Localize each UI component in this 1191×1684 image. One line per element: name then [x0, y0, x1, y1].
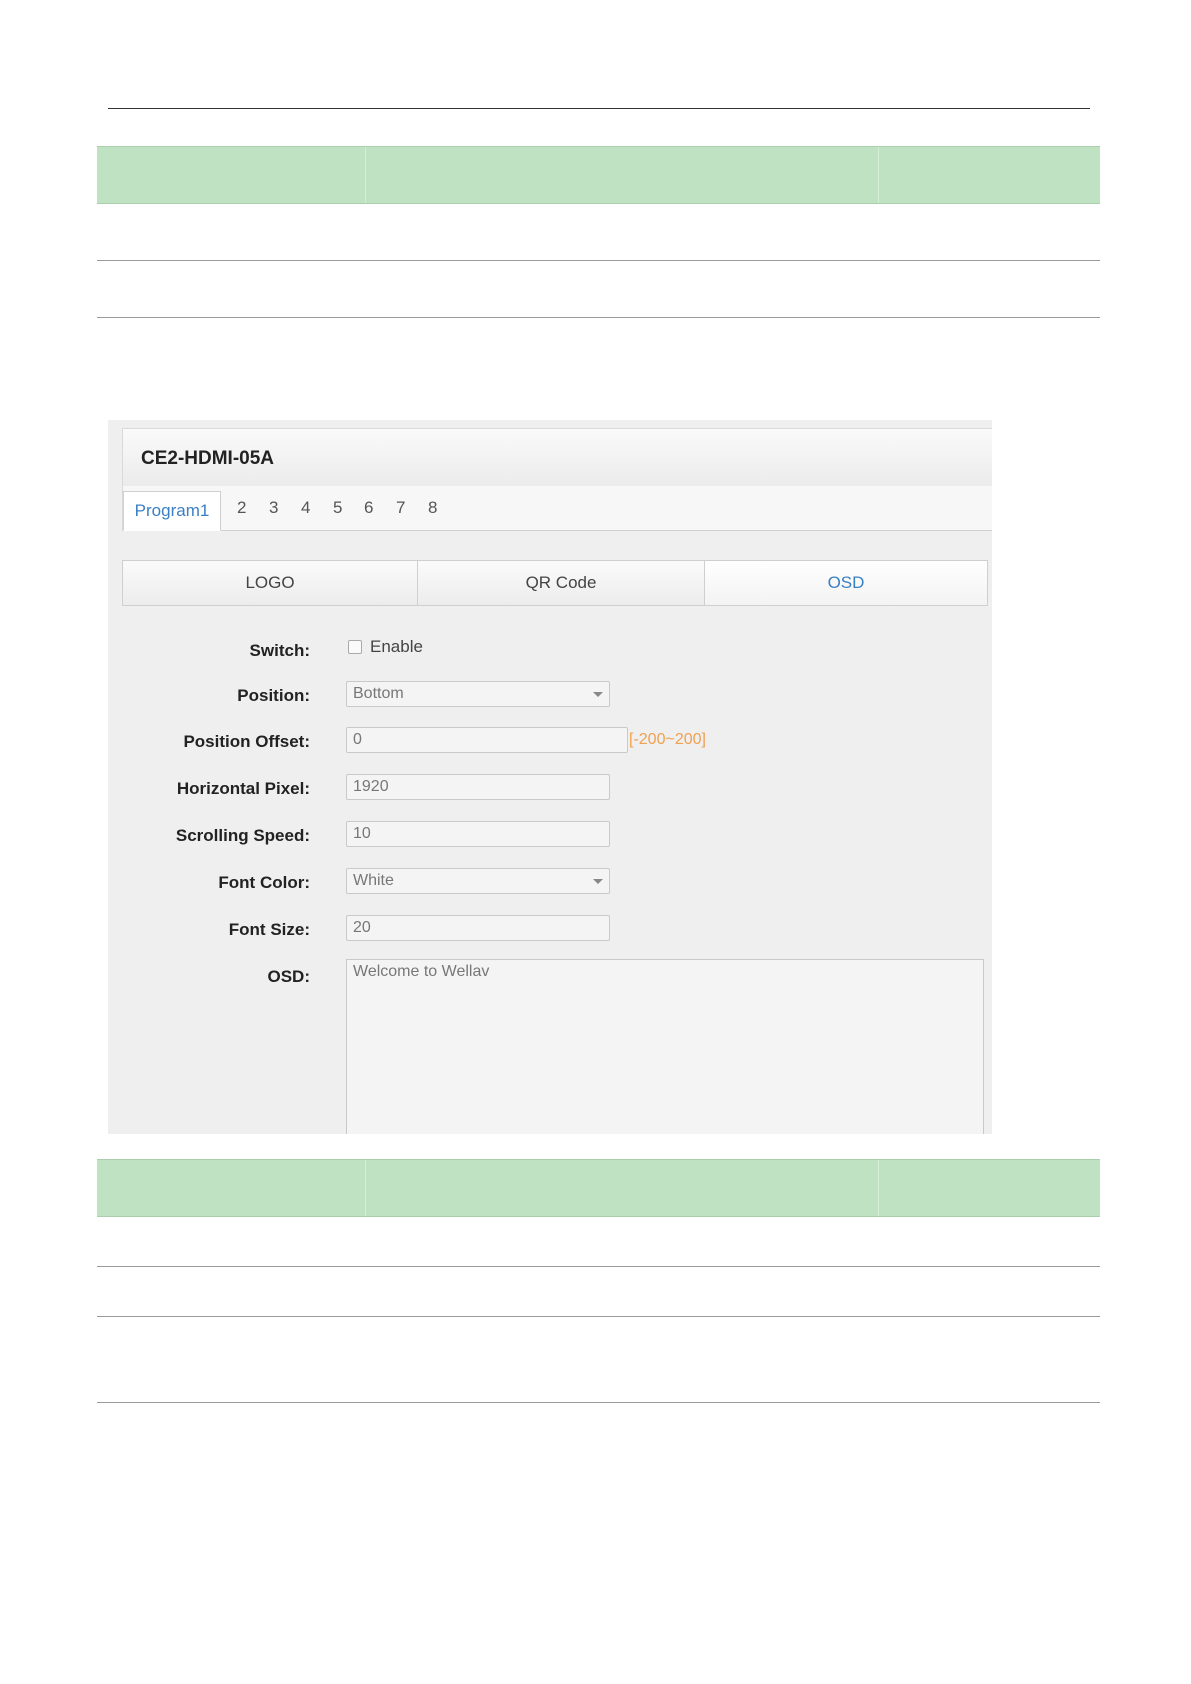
font-size-label: Font Size: — [228, 920, 310, 939]
tab-program-5[interactable]: 5 — [333, 498, 342, 518]
table-header-row — [97, 146, 1100, 204]
tab-program-7[interactable]: 7 — [396, 498, 405, 518]
font-size-value: 20 — [353, 919, 371, 936]
horizontal-pixel-label: Horizontal Pixel: — [176, 779, 310, 798]
enable-checkbox[interactable] — [348, 640, 362, 654]
bottom-table — [97, 1159, 1100, 1403]
font-color-label: Font Color: — [218, 873, 310, 892]
position-select[interactable]: Bottom — [346, 681, 610, 707]
position-value: Bottom — [353, 685, 404, 702]
tab-osd[interactable]: OSD — [704, 560, 988, 606]
font-color-value: White — [353, 872, 394, 889]
feature-tabs: LOGO QR Code OSD — [122, 560, 992, 608]
tab-logo[interactable]: LOGO — [122, 560, 418, 606]
tab-qr-code[interactable]: QR Code — [417, 560, 705, 606]
position-offset-input[interactable]: 0 — [346, 727, 628, 753]
osd-textarea[interactable]: Welcome to Wellav — [346, 959, 984, 1134]
top-table — [97, 146, 1100, 318]
table-row — [97, 1317, 1100, 1403]
tab-program-2[interactable]: 2 — [237, 498, 246, 518]
tab-program-8[interactable]: 8 — [428, 498, 437, 518]
device-config-screenshot: CE2-HDMI-05A Program1 2 3 4 5 6 7 8 LOGO… — [108, 420, 992, 1134]
switch-label: Switch: — [249, 641, 310, 660]
device-title-bar: CE2-HDMI-05A — [122, 428, 992, 488]
column-divider — [878, 147, 879, 203]
font-color-select[interactable]: White — [346, 868, 610, 894]
enable-label[interactable]: Enable — [370, 637, 423, 657]
page-header-rule — [108, 108, 1090, 109]
chevron-down-icon — [593, 692, 603, 697]
tab-program-6[interactable]: 6 — [364, 498, 373, 518]
device-title: CE2-HDMI-05A — [141, 448, 275, 469]
scrolling-speed-input[interactable]: 10 — [346, 821, 610, 847]
table-header-row — [97, 1159, 1100, 1217]
table-row — [97, 261, 1100, 318]
scrolling-speed-value: 10 — [353, 825, 371, 842]
position-offset-label: Position Offset: — [183, 732, 310, 751]
program-tabs: Program1 2 3 4 5 6 7 8 — [122, 486, 992, 531]
column-divider — [365, 1160, 366, 1216]
position-label: Position: — [237, 686, 310, 705]
table-row — [97, 1267, 1100, 1317]
font-size-input[interactable]: 20 — [346, 915, 610, 941]
column-divider — [365, 147, 366, 203]
scrolling-speed-label: Scrolling Speed: — [175, 826, 310, 845]
column-divider — [878, 1160, 879, 1216]
osd-label: OSD: — [267, 967, 311, 986]
position-offset-value: 0 — [353, 731, 362, 748]
tab-program1[interactable]: Program1 — [123, 491, 221, 531]
horizontal-pixel-value: 1920 — [353, 778, 389, 795]
table-row — [97, 204, 1100, 261]
position-offset-range-hint: [-200~200] — [629, 731, 706, 748]
tab-program-4[interactable]: 4 — [301, 498, 310, 518]
tab-program-3[interactable]: 3 — [269, 498, 278, 518]
horizontal-pixel-input[interactable]: 1920 — [346, 774, 610, 800]
table-row — [97, 1217, 1100, 1267]
chevron-down-icon — [593, 879, 603, 884]
